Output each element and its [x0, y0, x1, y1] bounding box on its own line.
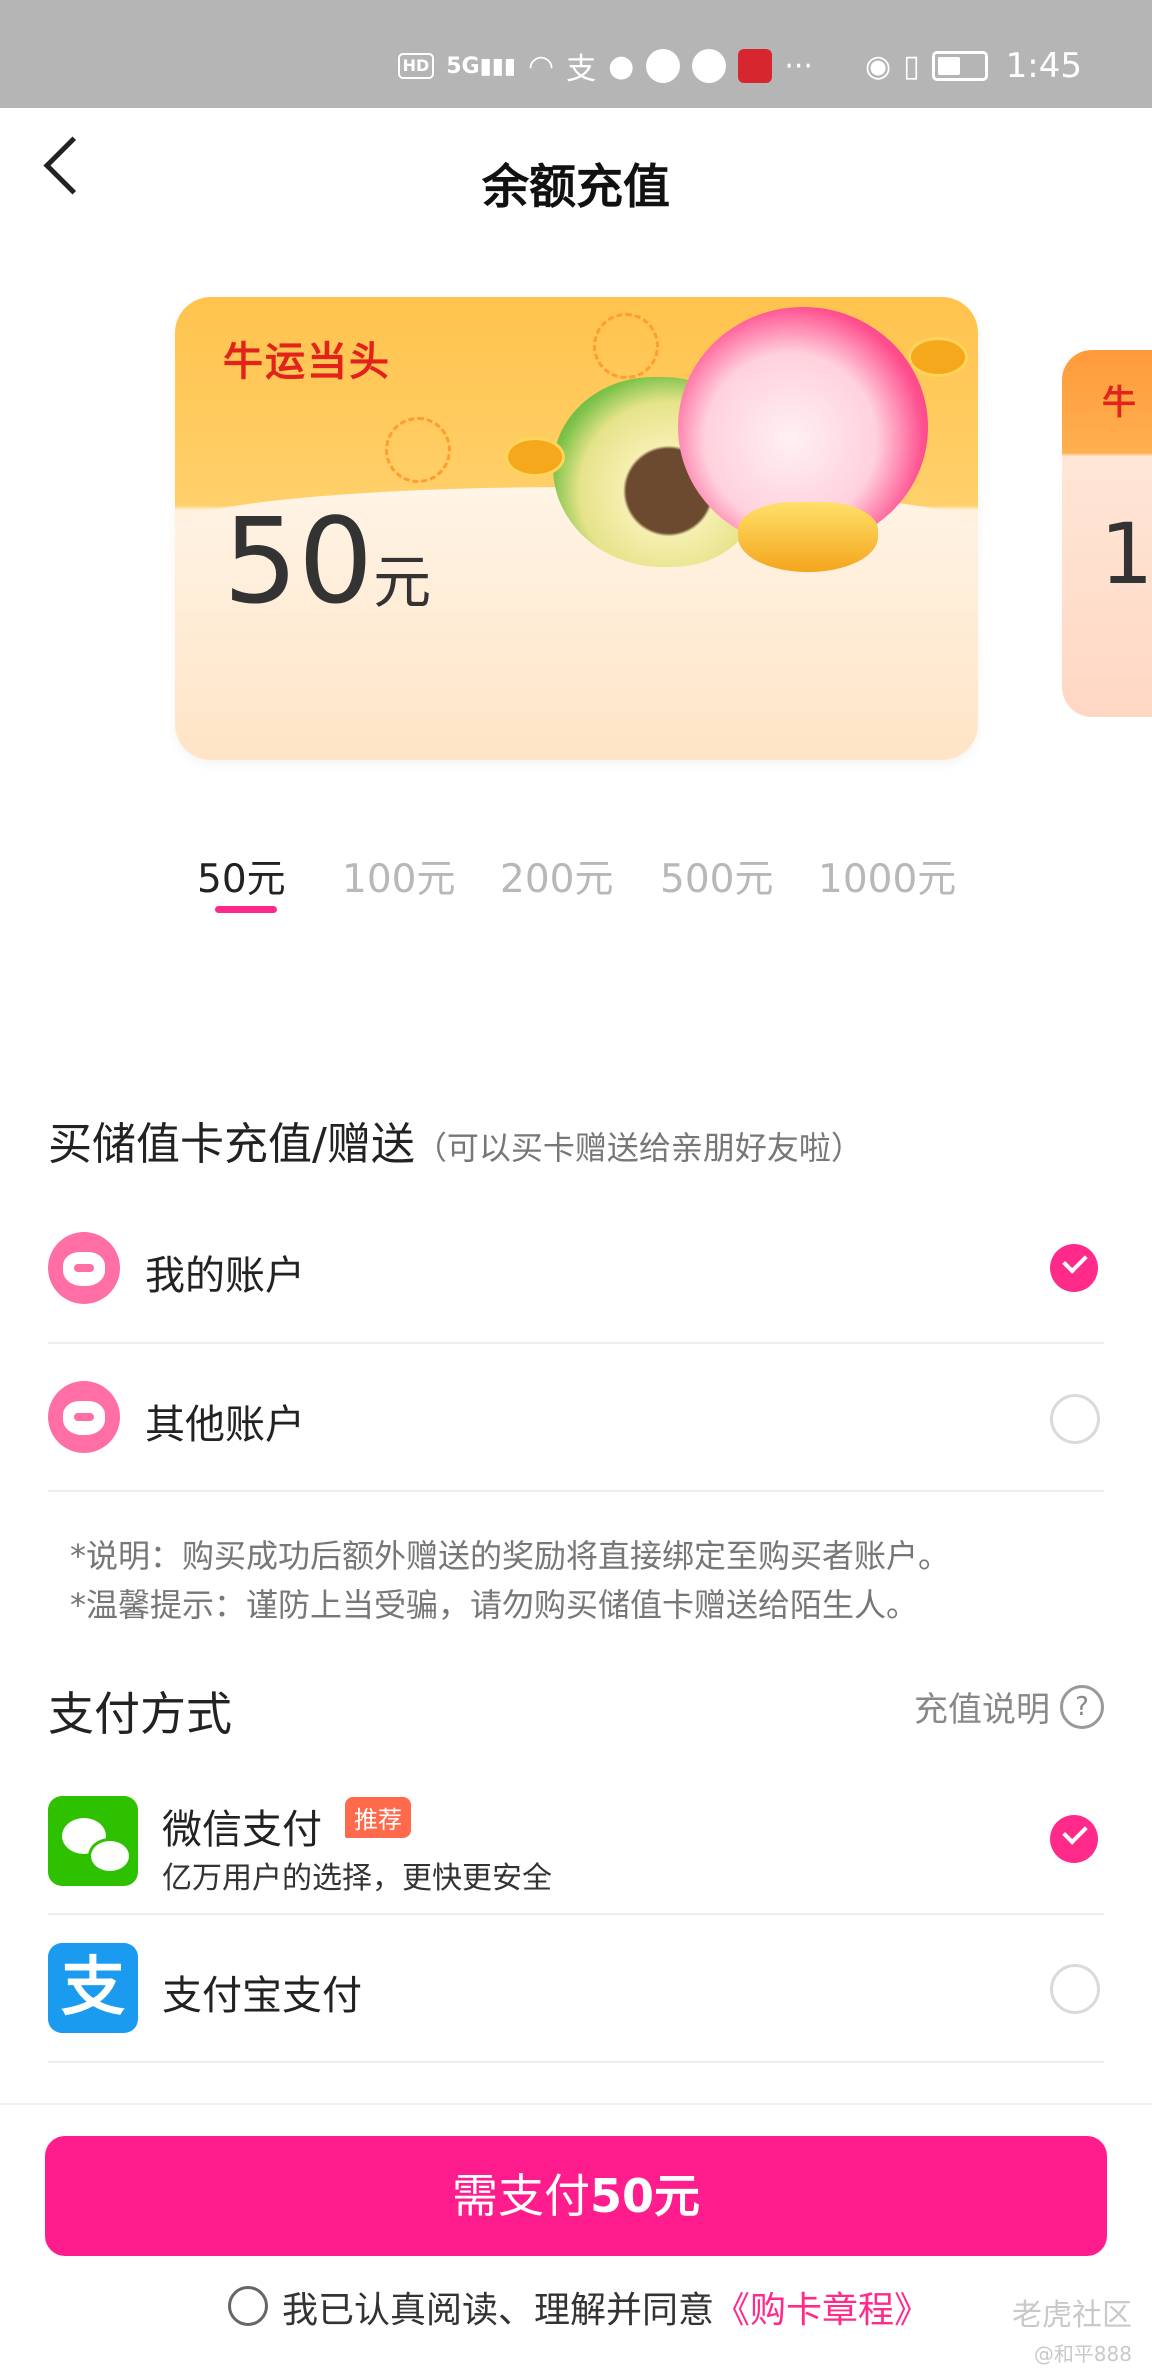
shopping-notification-icon: [738, 49, 773, 83]
amount-tab-100[interactable]: 100元: [342, 848, 455, 904]
recipient-section-title: 买储值卡充值/赠送（可以买卡赠送给亲朋好友啦）: [48, 1108, 863, 1172]
status-icons: HD 5G▮▮▮ ◠ 支 ● ··· ◉ ▯ 1:45: [397, 40, 1082, 92]
watermark-text: 老虎社区: [1012, 2298, 1132, 2333]
eye-comfort-icon: ◉: [864, 48, 892, 84]
signal-icon: 5G▮▮▮: [446, 53, 516, 79]
card-terms-link[interactable]: 《购卡章程》: [714, 2290, 930, 2331]
clock: 1:45: [1005, 46, 1082, 86]
coin-decoration: [908, 337, 968, 377]
wechat-pay-label[interactable]: 微信支付: [162, 1797, 322, 1855]
divider: [48, 1490, 1104, 1492]
card-amount-value: 50: [223, 492, 374, 630]
watermark: 老虎社区 @和平888: [1012, 2290, 1132, 2367]
footer-separator: [0, 2103, 1152, 2105]
alipay-icon: 支: [48, 1943, 138, 2033]
question-icon: ?: [1060, 1684, 1104, 1729]
recipient-hint: （可以买卡赠送给亲朋好友啦）: [414, 1129, 863, 1167]
vibrate-icon: ▯: [903, 48, 920, 84]
divider: [48, 1342, 1104, 1344]
alipay-label[interactable]: 支付宝支付: [162, 1963, 362, 2021]
next-card-amount: 1: [1100, 505, 1152, 603]
my-account-label[interactable]: 我的账户: [145, 1243, 305, 1301]
alipay-radio[interactable]: [1050, 1964, 1100, 2014]
selected-tab-indicator: [215, 906, 277, 913]
wechat-notification-icon: ●: [608, 48, 635, 84]
firework-decoration: [385, 417, 451, 483]
payment-method-title: 支付方式: [48, 1687, 232, 1741]
wechat-pay-subtitle: 亿万用户的选择，更快更安全: [162, 1861, 552, 1896]
amount-tab-1000[interactable]: 1000元: [818, 848, 956, 904]
browser-notification-icon: [692, 49, 727, 83]
next-card-slogan: 牛: [1102, 383, 1136, 423]
other-account-label[interactable]: 其他账户: [145, 1392, 305, 1450]
recipient-title-text: 买储值卡充值/赠送: [48, 1119, 415, 1170]
stored-value-card[interactable]: 牛运当头 50元: [175, 297, 978, 760]
pay-button-amount: 50元: [589, 2169, 700, 2223]
pay-button-prefix: 需支付: [451, 2169, 590, 2223]
agreement-label: 我已认真阅读、理解并同意: [282, 2290, 715, 2331]
hd-icon: HD: [397, 53, 435, 79]
more-notifications-icon: ···: [784, 48, 813, 84]
app-notification-icon: [646, 49, 681, 83]
fraud-warning-note: *温馨提示：谨防上当受骗，请勿购买储值卡赠送给陌生人。: [70, 1586, 919, 1624]
gold-ingot-illustration: [738, 502, 878, 572]
battery-icon: [931, 51, 988, 81]
page-title: 余额充值: [482, 160, 670, 215]
alipay-notification-icon: 支: [566, 52, 597, 87]
recommended-badge: 推荐: [345, 1797, 411, 1838]
pay-button[interactable]: 需支付50元: [45, 2136, 1107, 2256]
coin-decoration: [505, 437, 565, 477]
card-amount-unit: 元: [373, 548, 432, 616]
card-slogan: 牛运当头: [223, 339, 391, 385]
amount-tab-500[interactable]: 500元: [660, 848, 773, 904]
my-account-radio-checked[interactable]: [1050, 1244, 1098, 1292]
agreement-text: 我已认真阅读、理解并同意《购卡章程》: [282, 2281, 930, 2333]
recharge-help-link[interactable]: 充值说明 ?: [914, 1682, 1104, 1731]
wifi-icon: ◠: [527, 48, 555, 84]
my-account-avatar-icon: [48, 1232, 120, 1304]
divider: [48, 1913, 1104, 1915]
amount-tab-200[interactable]: 200元: [500, 848, 613, 904]
firework-decoration: [593, 313, 659, 379]
recharge-help-label: 充值说明: [914, 1690, 1050, 1730]
watermark-user: @和平888: [1033, 2342, 1132, 2366]
divider: [48, 2061, 1104, 2063]
wechat-pay-icon: [48, 1796, 138, 1886]
purchase-note: *说明：购买成功后额外赠送的奖励将直接绑定至购买者账户。: [70, 1537, 951, 1575]
other-account-avatar-icon: [48, 1381, 120, 1453]
agreement-checkbox[interactable]: [228, 2286, 268, 2326]
amount-tab-50[interactable]: 50元: [197, 848, 286, 904]
wechat-pay-radio-checked[interactable]: [1050, 1815, 1098, 1863]
card-amount: 50元: [223, 492, 431, 630]
other-account-radio[interactable]: [1050, 1394, 1100, 1444]
